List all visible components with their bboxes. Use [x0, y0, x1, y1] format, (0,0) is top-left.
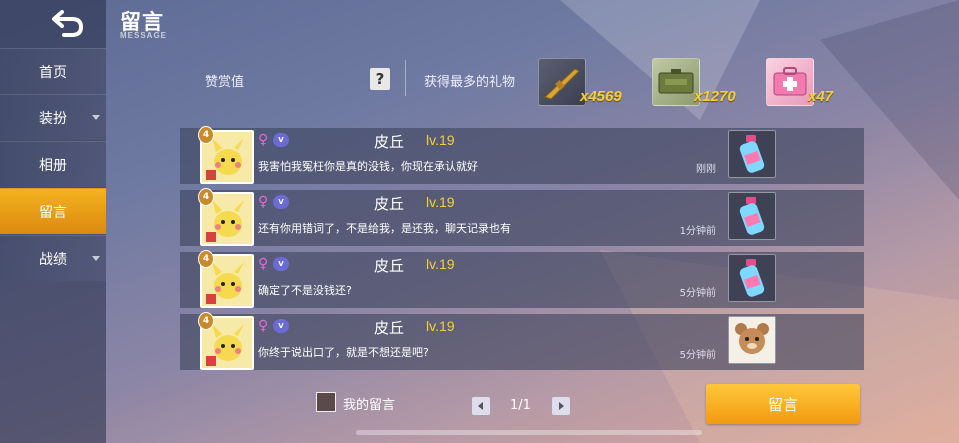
chevron-left-icon [478, 402, 483, 410]
vip-badge-icon: V [273, 195, 289, 209]
sidebar-item-label: 留言 [39, 204, 67, 221]
drink-bottle-gift-icon [728, 192, 776, 240]
sidebar: 首页 装扮 相册 留言 战绩 [0, 0, 106, 443]
divider [405, 60, 406, 96]
sidebar-item-label: 战绩 [39, 251, 67, 268]
vip-badge-icon: V [273, 257, 289, 271]
message-text: 还有你用错词了，不是给我，是还我，聊天记录也有 [258, 222, 511, 235]
message-list: 4 ♀ V 皮丘 lv.19 我害怕我冤枉你是真的没钱，你现在承认就好 刚刚 4… [180, 126, 864, 370]
page-subtitle: MESSAGE [120, 31, 168, 40]
help-button[interactable]: ? [370, 68, 390, 90]
sender-name: 皮丘 [374, 195, 405, 213]
reward-label: 赞赏值 [205, 75, 245, 90]
my-messages-checkbox[interactable] [316, 392, 336, 412]
chevron-right-icon [559, 402, 564, 410]
drink-bottle-gift-icon [728, 254, 776, 302]
rank-badge-icon: 4 [198, 250, 214, 268]
female-icon: ♀ [258, 194, 269, 210]
back-button[interactable] [50, 6, 86, 40]
chevron-down-icon [92, 256, 100, 261]
gift-count: x47 [808, 88, 834, 105]
message-time: 刚刚 [696, 164, 716, 175]
list-item[interactable]: 4 ♀ V 皮丘 lv.19 我害怕我冤枉你是真的没钱，你现在承认就好 刚刚 [180, 126, 864, 184]
message-text: 确定了不是没钱还? [258, 284, 352, 297]
message-text: 你终于说出口了，就是不想还是吧? [258, 346, 429, 359]
sidebar-item-label: 首页 [39, 64, 67, 81]
message-text: 我害怕我冤枉你是真的没钱，你现在承认就好 [258, 160, 478, 173]
list-item[interactable]: 4 ♀ V 皮丘 lv.19 还有你用错词了，不是给我，是还我，聊天记录也有 1… [180, 188, 864, 246]
rank-badge-icon: 4 [198, 188, 214, 206]
vip-badge-icon: V [273, 133, 289, 147]
page-indicator: 1/1 [510, 398, 531, 413]
female-icon: ♀ [258, 318, 269, 334]
message-time: 5分钟前 [679, 288, 716, 299]
sidebar-item-home[interactable]: 首页 [0, 48, 106, 94]
back-arrow-icon [52, 10, 84, 37]
sender-level: lv.19 [426, 256, 455, 272]
chevron-down-icon [92, 115, 100, 120]
sidebar-item-record[interactable]: 战绩 [0, 235, 106, 281]
message-time: 1分钟前 [679, 226, 716, 237]
teddy-bear-gift-icon [728, 316, 776, 364]
sender-name: 皮丘 [374, 257, 405, 275]
top-gifts-label: 获得最多的礼物 [424, 75, 516, 90]
drink-bottle-gift-icon [728, 130, 776, 178]
list-item[interactable]: 4 ♀ V 皮丘 lv.19 确定了不是没钱还? 5分钟前 [180, 250, 864, 308]
list-item[interactable]: 4 ♀ V 皮丘 lv.19 你终于说出口了，就是不想还是吧? 5分钟前 [180, 312, 864, 370]
ammo-box-gift-icon [652, 58, 700, 106]
gift-count: x4569 [580, 88, 622, 105]
sender-name: 皮丘 [374, 133, 405, 151]
rank-badge-icon: 4 [198, 126, 214, 144]
prev-page-button[interactable] [472, 397, 490, 415]
sidebar-item-label: 装扮 [39, 110, 67, 127]
female-icon: ♀ [258, 256, 269, 272]
post-message-button[interactable]: 留言 [706, 384, 860, 424]
sidebar-item-album[interactable]: 相册 [0, 141, 106, 187]
vip-badge-icon: V [273, 319, 289, 333]
female-icon: ♀ [258, 132, 269, 148]
sender-level: lv.19 [426, 194, 455, 210]
sender-level: lv.19 [426, 318, 455, 334]
sidebar-item-messages[interactable]: 留言 [0, 188, 106, 234]
sender-name: 皮丘 [374, 319, 405, 337]
next-page-button[interactable] [552, 397, 570, 415]
sidebar-item-outfit[interactable]: 装扮 [0, 94, 106, 140]
message-time: 5分钟前 [679, 350, 716, 361]
home-indicator [356, 430, 702, 435]
rank-badge-icon: 4 [198, 312, 214, 330]
gift-count: x1270 [694, 88, 736, 105]
sender-level: lv.19 [426, 132, 455, 148]
my-messages-label: 我的留言 [343, 398, 396, 413]
medkit-gift-icon [766, 58, 814, 106]
sidebar-item-label: 相册 [39, 157, 67, 174]
rifle-gift-icon [538, 58, 586, 106]
